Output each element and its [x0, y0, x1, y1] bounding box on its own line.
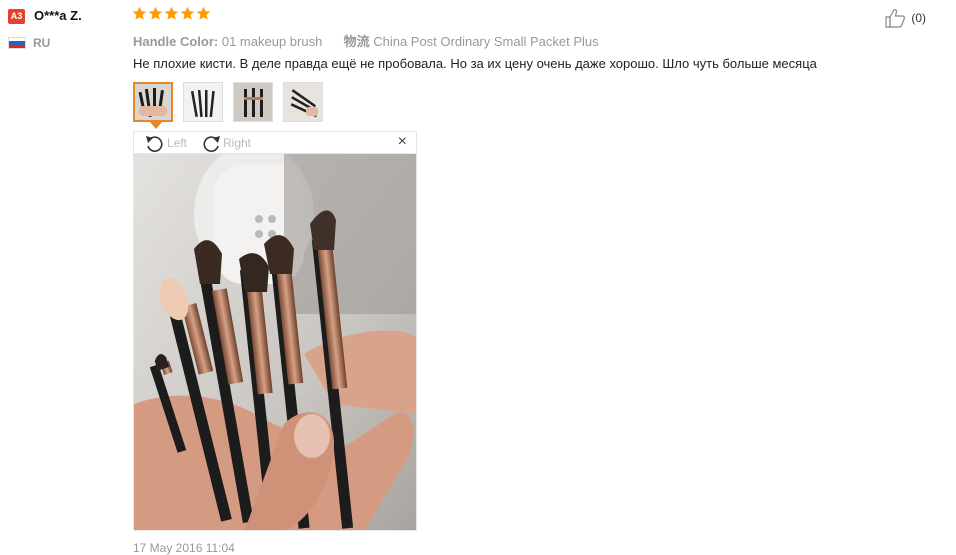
review-image-thumbnail[interactable] [183, 82, 223, 122]
star-icon [164, 6, 179, 20]
star-icon [180, 6, 195, 20]
helpful-count: (0) [911, 11, 926, 25]
review-image-thumbnail[interactable] [233, 82, 273, 122]
order-meta: Handle Color: 01 makeup brush 物流 China P… [133, 31, 599, 50]
rotate-right-button[interactable]: Right [200, 134, 251, 152]
rotate-left-button[interactable]: Left [144, 134, 187, 152]
color-label: Handle Color: [133, 34, 219, 49]
review-image-thumbnail[interactable] [283, 82, 323, 122]
rotate-left-icon [146, 136, 163, 152]
star-icon [132, 6, 147, 20]
rotate-right-icon [203, 136, 220, 152]
thumbs-up-icon [885, 9, 906, 28]
review-date: 17 May 2016 11:04 [133, 541, 235, 555]
color-value: 01 makeup brush [221, 34, 323, 49]
rating-stars [132, 6, 211, 21]
rotate-right-label: Right [223, 136, 252, 150]
image-viewer-toolbar: Left Right × [133, 131, 417, 153]
buyer-level-badge: A3 [8, 9, 25, 24]
star-icon [196, 6, 211, 20]
review-text: Не плохие кисти. В деле правда ещё не пр… [133, 56, 817, 71]
close-viewer-button[interactable]: × [398, 133, 407, 151]
review-image-thumbnails [133, 82, 323, 122]
helpful-button[interactable]: (0) [884, 8, 926, 28]
review-photo[interactable] [133, 153, 417, 531]
reviewer-name: O***a Z. [34, 8, 82, 23]
active-thumbnail-pointer [150, 122, 162, 129]
shipping-value: China Post Ordinary Small Packet Plus [373, 34, 599, 49]
rotate-left-label: Left [167, 136, 188, 150]
star-icon [148, 6, 163, 20]
russia-flag-icon [8, 37, 26, 49]
review-image-thumbnail[interactable] [133, 82, 173, 122]
shipping-label: 物流 [343, 34, 370, 49]
reviewer-country: RU [33, 36, 51, 50]
